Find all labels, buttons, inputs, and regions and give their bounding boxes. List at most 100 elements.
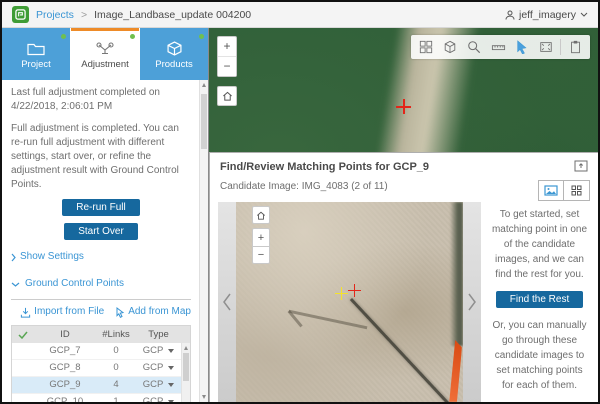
search-tool-button[interactable]: [462, 36, 486, 58]
chevron-down-icon: [11, 282, 20, 287]
gcp-row-gcp7[interactable]: GCP_7 0 GCP: [12, 343, 190, 360]
type-dropdown-caret[interactable]: [168, 366, 174, 370]
arrow-shadow: [289, 310, 368, 329]
find-the-rest-button[interactable]: Find the Rest: [496, 291, 583, 308]
scroll-up-icon[interactable]: [184, 346, 188, 350]
rerun-full-button[interactable]: Re-run Full: [62, 199, 139, 216]
import-file-icon: [20, 307, 31, 318]
breadcrumb-projects-link[interactable]: Projects: [36, 9, 74, 21]
gcp-row-gcp10[interactable]: GCP_10 1 GCP: [12, 394, 190, 402]
next-image-button[interactable]: [463, 202, 481, 402]
tab-bar: Project Adjustment Products: [2, 28, 208, 80]
tab-products[interactable]: Products: [140, 28, 208, 80]
chevron-right-icon: [467, 293, 477, 311]
app-window: Projects > Image_Landbase_update 004200 …: [0, 0, 600, 404]
measure-tool-button[interactable]: [486, 36, 510, 58]
map-toolbar: [411, 35, 590, 59]
person-icon: [505, 10, 515, 20]
tab-project[interactable]: Project: [2, 28, 70, 80]
map-zoom-controls: + −: [217, 36, 237, 77]
tiles-tool-button[interactable]: [414, 36, 438, 58]
map-view[interactable]: + −: [209, 28, 598, 402]
toolbar-divider: [560, 39, 561, 55]
gcp-table-header: ID #Links Type: [12, 326, 190, 343]
top-bar: Projects > Image_Landbase_update 004200 …: [2, 2, 598, 28]
tiles-icon: [419, 40, 433, 54]
vegetation-edge: [450, 202, 463, 346]
scroll-up-icon[interactable]: [202, 83, 206, 87]
tab-label: Products: [155, 59, 193, 70]
user-name: jeff_imagery: [519, 9, 576, 21]
adjustment-panel: Last full adjustment completed on 4/22/2…: [2, 80, 199, 402]
check-icon: [18, 331, 28, 339]
cube-icon: [167, 41, 182, 56]
extent-tool-button[interactable]: [534, 36, 558, 58]
gcp-red-cross[interactable]: [348, 284, 361, 297]
adjustment-description: Full adjustment is completed. You can re…: [11, 122, 191, 192]
find-review-header: Find/Review Matching Points for GCP_9 Ca…: [210, 153, 598, 192]
type-dropdown-caret[interactable]: [168, 349, 174, 353]
grid-view-button[interactable]: [564, 181, 589, 200]
candidate-image-label: Candidate Image: IMG_4083 (2 of 11): [220, 181, 588, 192]
gcp-actions: Import from File Add from Map: [11, 305, 191, 319]
chevron-left-icon: [222, 293, 232, 311]
user-menu[interactable]: jeff_imagery: [505, 9, 588, 21]
select-features-tool-button[interactable]: [510, 36, 534, 58]
tab-adjustment[interactable]: Adjustment: [71, 28, 139, 80]
start-over-button[interactable]: Start Over: [64, 223, 138, 240]
tab-label: Project: [21, 59, 51, 70]
gcp-row-gcp9-selected[interactable]: GCP_9 4 GCP: [12, 377, 190, 394]
home-icon: [222, 91, 233, 101]
breadcrumb-separator: >: [81, 9, 87, 21]
scrollbar-thumb[interactable]: [183, 353, 189, 381]
home-icon: [256, 211, 266, 220]
collapse-panel-icon: [574, 160, 588, 172]
image-view-icon: [544, 185, 558, 196]
adjustment-status-text: Last full adjustment completed on 4/22/2…: [11, 86, 191, 114]
gcp-marker-red-cross[interactable]: [396, 99, 411, 114]
zoom-in-button[interactable]: +: [218, 38, 236, 57]
divider: [11, 299, 191, 300]
type-dropdown-caret[interactable]: [168, 383, 174, 387]
add-from-map-link[interactable]: Add from Map: [115, 305, 191, 319]
gcp-section-toggle[interactable]: Ground Control Points: [11, 277, 191, 291]
image-home-button[interactable]: [252, 206, 270, 224]
single-image-view-button[interactable]: [539, 181, 564, 200]
matching-point-yellow-cross[interactable]: [335, 287, 348, 300]
clipboard-tool-button[interactable]: [563, 36, 587, 58]
panel-scrollbar[interactable]: [199, 80, 208, 402]
candidate-image[interactable]: + −: [236, 202, 463, 402]
instruction-panel: To get started, set matching point in on…: [481, 202, 598, 402]
show-settings-toggle[interactable]: Show Settings: [11, 250, 191, 264]
image-zoom-in-button[interactable]: +: [252, 228, 270, 246]
collapse-panel-button[interactable]: [574, 159, 588, 177]
folder-icon: [26, 42, 46, 56]
tab-status-dot: [130, 34, 135, 39]
chevron-down-icon: [580, 12, 588, 17]
gcp-row-gcp8[interactable]: GCP_8 0 GCP: [12, 360, 190, 377]
column-id: ID: [34, 328, 96, 341]
import-from-file-link[interactable]: Import from File: [20, 305, 104, 319]
type-dropdown-caret[interactable]: [168, 400, 174, 402]
orange-cone: [445, 340, 462, 402]
basemap-tool-button[interactable]: [438, 36, 462, 58]
find-review-title: Find/Review Matching Points for GCP_9: [220, 161, 588, 173]
pole-shadow: [350, 298, 463, 402]
instruction-intro: To get started, set matching point in on…: [490, 207, 589, 282]
scroll-down-icon[interactable]: [202, 395, 206, 399]
clipboard-icon: [569, 40, 582, 54]
candidate-viewer: + − To get started, set matching point i…: [218, 202, 598, 402]
extent-icon: [539, 40, 553, 54]
instruction-manual: Or, you can manually go through these ca…: [490, 318, 589, 393]
breadcrumb-project-title: Image_Landbase_update 004200: [94, 9, 251, 21]
zoom-out-button[interactable]: −: [218, 57, 236, 76]
app-logo-icon: [12, 6, 29, 23]
home-extent-button[interactable]: [217, 86, 237, 106]
basemap-icon: [443, 40, 457, 54]
gcp-table-scrollbar[interactable]: [181, 343, 190, 402]
scrollbar-thumb[interactable]: [201, 94, 207, 149]
image-zoom-out-button[interactable]: −: [252, 246, 270, 264]
tab-status-dot: [61, 34, 66, 39]
view-toggle-group: [538, 180, 590, 201]
previous-image-button[interactable]: [218, 202, 236, 402]
